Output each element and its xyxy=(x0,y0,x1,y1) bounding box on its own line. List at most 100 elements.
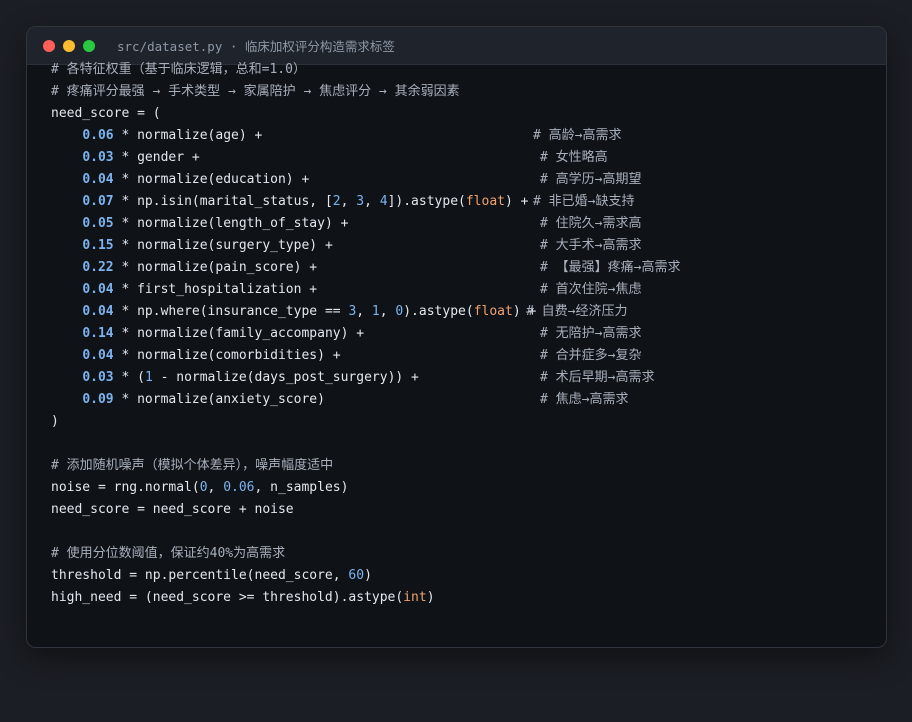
weight-value: 0.04 xyxy=(82,348,114,363)
term-expression: - normalize(days_post_surgery)) + xyxy=(152,370,419,385)
code-line: ) xyxy=(51,411,536,433)
number-literal: 0 xyxy=(199,480,208,495)
code-text: , xyxy=(207,480,224,495)
number-literal: 1 xyxy=(144,370,153,385)
weight-value: 0.04 xyxy=(82,282,114,297)
term-comment: # 高龄→高需求 xyxy=(533,128,622,143)
weight-term-line: 0.09 * normalize(anxiety_score) # 焦虑→高需求 xyxy=(51,389,628,411)
weight-value: 0.22 xyxy=(82,260,114,275)
number-literal: 0.06 xyxy=(223,480,255,495)
weight-term-line: 0.04 * normalize(education) + # 高学历→高期望 xyxy=(51,169,641,191)
term-comment: # 住院久→需求高 xyxy=(540,216,642,231)
code-line: # 使用分位数阈值，保证约40%为高需求 xyxy=(51,543,536,565)
term-comment: # 首次住院→焦虑 xyxy=(540,282,642,297)
number-literal: 4 xyxy=(379,194,388,209)
weight-value: 0.03 xyxy=(82,370,114,385)
term-expression: * normalize(education) + xyxy=(113,172,310,187)
code-line: # 疼痛评分最强 → 手术类型 → 家属陪护 → 焦虑评分 → 其余弱因素 xyxy=(51,81,536,103)
term-comment: # 无陪护→高需求 xyxy=(540,326,642,341)
weight-value: 0.15 xyxy=(82,238,114,253)
term-expression: ]).astype( xyxy=(387,194,466,209)
code-comment: # 添加随机噪声（模拟个体差异），噪声幅度适中 xyxy=(51,458,334,473)
weight-value: 0.07 xyxy=(82,194,114,209)
weight-term-line: 0.15 * normalize(surgery_type) + # 大手术→高需… xyxy=(51,235,641,257)
term-expression: ) + xyxy=(505,194,529,209)
weight-value: 0.05 xyxy=(82,216,114,231)
term-expression: * ( xyxy=(113,370,145,385)
term-comment: # 焦虑→高需求 xyxy=(540,392,629,407)
term-expression: * normalize(length_of_stay) + xyxy=(113,216,349,231)
term-comment: # 术后早期→高需求 xyxy=(540,370,655,385)
code-text: high_need = (need_score >= threshold).as… xyxy=(51,590,404,605)
code-line: # 各特征权重（基于临床逻辑，总和=1.0） xyxy=(51,59,536,81)
weight-term-line: 0.05 * normalize(length_of_stay) + # 住院久→… xyxy=(51,213,641,235)
number-literal: 2 xyxy=(332,194,341,209)
term-expression: * normalize(anxiety_score) xyxy=(113,392,325,407)
code-comment: # 使用分位数阈值，保证约40%为高需求 xyxy=(51,546,286,561)
term-comment: # 【最强】疼痛→高需求 xyxy=(540,260,681,275)
term-expression: * np.isin(marital_status, [ xyxy=(113,194,333,209)
code-text: threshold = np.percentile(need_score, xyxy=(51,568,349,583)
maximize-window-button[interactable] xyxy=(83,39,95,52)
term-expression: , xyxy=(379,304,396,319)
weight-term-line: 0.06 * normalize(age) + # 高龄→高需求 xyxy=(51,125,621,147)
term-expression: , xyxy=(356,304,372,319)
term-expression: * gender + xyxy=(113,150,200,165)
close-window-button[interactable] xyxy=(43,39,55,52)
term-expression: * normalize(age) + xyxy=(113,128,263,143)
window-title: src/dataset.py · 临床加权评分构造需求标签 xyxy=(117,39,395,54)
term-expression: * np.where(insurance_type == xyxy=(113,304,349,319)
term-expression: , xyxy=(364,194,380,209)
type-keyword: float xyxy=(473,304,513,319)
weight-term-line: 0.03 * (1 - normalize(days_post_surgery)… xyxy=(51,367,654,389)
weight-value: 0.04 xyxy=(82,172,114,187)
minimize-window-button[interactable] xyxy=(63,39,75,52)
term-expression: * normalize(pain_score) + xyxy=(113,260,318,275)
weight-value: 0.03 xyxy=(82,150,114,165)
number-literal: 60 xyxy=(348,568,365,583)
term-comment: # 合并症多→复杂 xyxy=(540,348,642,363)
code-line: noise = rng.normal(0, 0.06, n_samples) xyxy=(51,477,536,499)
weight-term-line: 0.04 * normalize(comorbidities) + # 合并症多→… xyxy=(51,345,641,367)
number-literal: 1 xyxy=(371,304,380,319)
code-text: ) xyxy=(364,568,372,583)
weight-value: 0.09 xyxy=(82,392,114,407)
term-expression: * normalize(comorbidities) + xyxy=(113,348,341,363)
term-comment: # 非已婚→缺支持 xyxy=(533,194,635,209)
number-literal: 3 xyxy=(356,194,365,209)
code-text: need_score = need_score + noise xyxy=(51,502,294,517)
code-line: need_score = need_score + noise xyxy=(51,499,536,521)
code-line: # 添加随机噪声（模拟个体差异），噪声幅度适中 xyxy=(51,455,536,477)
code-line: threshold = np.percentile(need_score, 60… xyxy=(51,565,536,587)
weight-term-line: 0.14 * normalize(family_accompany) + # 无陪… xyxy=(51,323,641,345)
term-comment: # 自费→经济压力 xyxy=(526,304,628,319)
code-comment: # 疼痛评分最强 → 手术类型 → 家属陪护 → 焦虑评分 → 其余弱因素 xyxy=(51,84,460,99)
code-text: , n_samples) xyxy=(254,480,349,495)
weight-term-line: 0.04 * first_hospitalization + # 首次住院→焦虑 xyxy=(51,279,641,301)
term-comment: # 女性略高 xyxy=(540,150,608,165)
weight-term-line: 0.03 * gender + # 女性略高 xyxy=(51,147,607,169)
weight-term-line: 0.04 * np.where(insurance_type == 3, 1, … xyxy=(51,301,627,323)
code-line: high_need = (need_score >= threshold).as… xyxy=(51,587,536,609)
term-expression: * normalize(family_accompany) + xyxy=(113,326,365,341)
weight-value: 0.14 xyxy=(82,326,114,341)
weight-term-line: 0.22 * normalize(pain_score) + # 【最强】疼痛→高… xyxy=(51,257,680,279)
type-keyword: int xyxy=(403,590,427,605)
code-text: ) xyxy=(426,590,435,605)
term-expression: , xyxy=(340,194,357,209)
code-comment: # 各特征权重（基于临床逻辑，总和=1.0） xyxy=(51,62,306,77)
code-text: need_score = ( xyxy=(51,106,161,121)
term-expression: * first_hospitalization + xyxy=(113,282,318,297)
term-expression: ).astype( xyxy=(403,304,474,319)
term-expression: * normalize(surgery_type) + xyxy=(113,238,333,253)
weight-value: 0.04 xyxy=(82,304,114,319)
term-comment: # 高学历→高期望 xyxy=(540,172,642,187)
code-block: # 各特征权重（基于临床逻辑，总和=1.0） # 疼痛评分最强 → 手术类型 →… xyxy=(51,59,680,609)
term-comment: # 大手术→高需求 xyxy=(540,238,642,253)
weight-term-line: 0.07 * np.isin(marital_status, [2, 3, 4]… xyxy=(51,191,634,213)
type-keyword: float xyxy=(465,194,505,209)
code-text: noise = rng.normal( xyxy=(51,480,200,495)
code-line: need_score = ( xyxy=(51,103,536,125)
